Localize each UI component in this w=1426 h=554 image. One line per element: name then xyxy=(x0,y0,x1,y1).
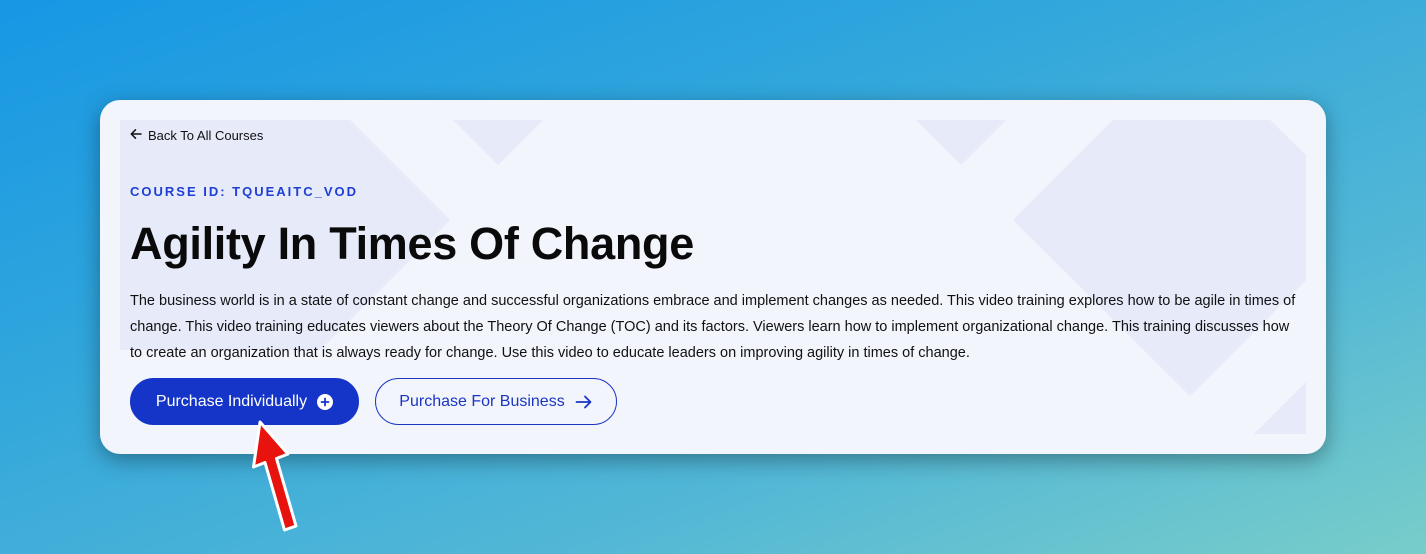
back-link-label: Back To All Courses xyxy=(148,128,264,143)
purchase-buttons: Purchase Individually Purchase For Busin… xyxy=(130,378,617,425)
course-title: Agility In Times Of Change xyxy=(130,218,694,269)
course-id: COURSE ID: TQUEAITC_VOD xyxy=(130,184,359,199)
purchase-for-business-label: Purchase For Business xyxy=(399,392,565,410)
purchase-individually-button[interactable]: Purchase Individually xyxy=(130,378,359,425)
arrow-right-icon xyxy=(575,394,593,410)
purchase-for-business-button[interactable]: Purchase For Business xyxy=(375,378,617,425)
plus-circle-icon xyxy=(317,393,334,410)
purchase-individually-label: Purchase Individually xyxy=(155,392,308,410)
course-header-content: Back To All Courses COURSE ID: TQUEAITC_… xyxy=(130,100,1298,454)
back-to-courses-link[interactable]: Back To All Courses xyxy=(130,128,263,143)
arrow-left-icon xyxy=(130,128,148,143)
course-header-card: Back To All Courses COURSE ID: TQUEAITC_… xyxy=(100,100,1326,454)
course-description: The business world is in a state of cons… xyxy=(130,293,1296,361)
